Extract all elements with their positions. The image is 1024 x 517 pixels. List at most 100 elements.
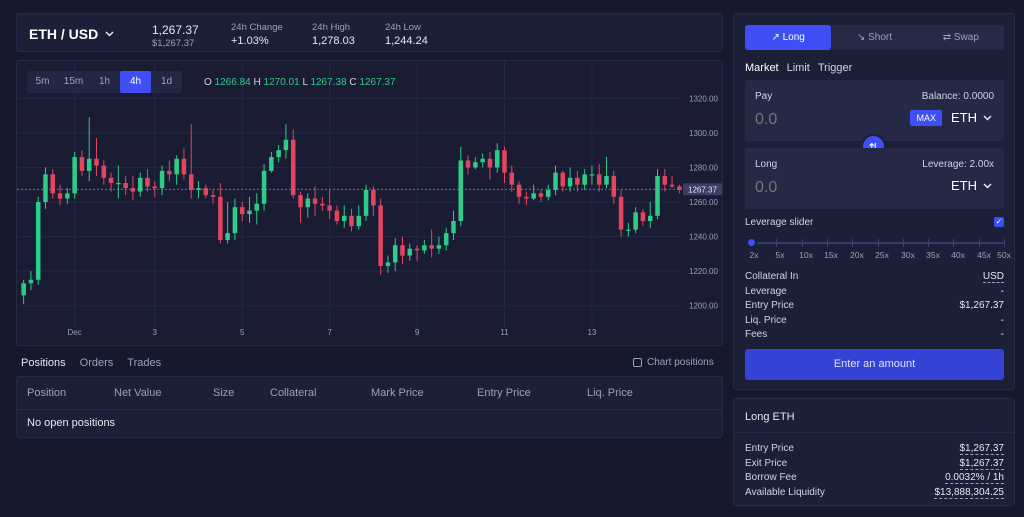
candle-down [575, 177, 580, 185]
candle-up [385, 262, 391, 266]
slider-tick [902, 239, 904, 247]
candle-up [363, 189, 369, 216]
candle-up [443, 233, 449, 246]
leverage-row-value: - [1000, 286, 1004, 297]
mode-short[interactable]: ↘ Short [831, 25, 917, 50]
ohlc-open: 1266.84 [214, 77, 251, 88]
candle-up [582, 174, 587, 185]
change-stat: 24h Change +1.03% [231, 22, 283, 47]
candle-up [589, 174, 595, 176]
candle-up [72, 157, 77, 194]
slider-tick [953, 239, 955, 247]
slider-mark: 30x [901, 250, 915, 260]
slider-mark: 40x [951, 250, 965, 260]
leverage-slider[interactable] [746, 237, 1005, 248]
candle-up [283, 139, 289, 151]
summary-value: $13,888,304.25 [934, 487, 1004, 499]
leverage-row-label: Leverage [745, 286, 787, 297]
pay-token-selector[interactable]: ETH [951, 110, 992, 125]
fees-value: - [1000, 329, 1004, 340]
timeframe-15m[interactable]: 15m [58, 71, 89, 93]
ohlc-close: 1267.37 [359, 77, 396, 88]
tab-positions[interactable]: Positions [21, 357, 66, 369]
candlestick-chart[interactable]: 1320.00 1300.00 1280.00 1260.00 1240.00 1220.… [17, 61, 724, 347]
slider-mark: 5x [775, 250, 785, 260]
fees-label: Fees [745, 329, 768, 340]
col-entry-price: Entry Price [477, 387, 531, 399]
price-chart[interactable]: 1320.00 1300.00 1280.00 1260.00 1240.00 1220.… [16, 60, 723, 346]
candle-down [210, 195, 216, 197]
candle-up [254, 203, 260, 211]
candle-up [356, 215, 362, 227]
chevron-down-icon [105, 31, 114, 37]
candle-down [465, 160, 471, 168]
swap-icon: ⇄ [942, 32, 952, 43]
slider-tick [978, 239, 980, 247]
slider-tick [852, 239, 854, 247]
positions-tabs: Positions Orders Trades [21, 357, 161, 369]
candle-down [502, 150, 507, 173]
candle-down [145, 177, 150, 187]
candle-up [545, 189, 551, 197]
candle-down [538, 193, 544, 197]
order-type-limit[interactable]: Limit [787, 62, 810, 74]
timeframe-1h[interactable]: 1h [89, 71, 120, 93]
candle-down [130, 188, 136, 192]
pay-amount-input[interactable] [755, 111, 875, 129]
timeframe-4h[interactable]: 4h [120, 71, 151, 93]
mode-long[interactable]: ↗ Long [745, 25, 832, 50]
long-amount-input[interactable] [755, 179, 875, 197]
candle-down [487, 158, 493, 168]
chart-positions-toggle[interactable]: Chart positions [633, 357, 714, 368]
candle-up [655, 176, 660, 216]
long-label: Long [755, 159, 778, 170]
long-token-selector[interactable]: ETH [951, 178, 992, 193]
liq-price-row: Liq. Price - [745, 315, 1004, 326]
pair-label: ETH / USD [29, 26, 99, 42]
max-button[interactable]: MAX [910, 110, 942, 126]
candle-up [159, 170, 165, 189]
slider-mark: 2x [749, 250, 759, 260]
pair-selector[interactable]: ETH / USD [29, 26, 114, 42]
collateral-value[interactable]: USD [982, 271, 1004, 283]
candle-up [174, 158, 179, 175]
mode-swap[interactable]: ⇄ Swap [918, 25, 1004, 50]
change-label: 24h Change [231, 22, 283, 33]
entry-price-label: Entry Price [745, 300, 794, 311]
timeframe-5m[interactable]: 5m [27, 71, 58, 93]
candle-up [436, 245, 442, 249]
leverage-row: Leverage - [745, 286, 1004, 297]
candle-down [239, 207, 245, 215]
candle-up [35, 202, 41, 280]
order-type-trigger[interactable]: Trigger [818, 62, 852, 74]
slider-mark: 10x [799, 250, 813, 260]
order-type-market[interactable]: Market [745, 62, 779, 74]
slider-thumb[interactable] [746, 237, 757, 248]
col-net-value: Net Value [114, 387, 162, 399]
ohlc-c-label: C [349, 77, 357, 88]
candle-down [312, 198, 318, 204]
entry-price-value: $1,267.37 [959, 300, 1005, 311]
enter-amount-button[interactable]: Enter an amount [745, 349, 1004, 380]
summary-row: Borrow Fee 0.0032% / 1h [745, 472, 1004, 484]
low-value: 1,244.24 [385, 35, 428, 47]
leverage-slider-checkbox[interactable]: ✓ [994, 217, 1004, 227]
timeframe-1d[interactable]: 1d [151, 71, 182, 93]
tab-orders[interactable]: Orders [80, 357, 114, 369]
last-price-label: 1267.37 [688, 185, 717, 194]
candle-up [451, 221, 456, 234]
candle-up [553, 172, 558, 190]
summary-row: Available Liquidity $13,888,304.25 [745, 487, 1004, 499]
liq-price-label: Liq. Price [745, 315, 787, 326]
trend-down-icon: ↘ [856, 32, 866, 43]
col-position: Position [27, 387, 67, 399]
tab-trades[interactable]: Trades [127, 357, 161, 369]
ohlc-low: 1267.38 [310, 77, 347, 88]
y-tick-label: 1240.00 [689, 233, 718, 242]
chart-positions-checkbox[interactable] [633, 358, 642, 367]
slider-tick [1004, 239, 1005, 247]
candle-up [392, 245, 398, 263]
candle-down [108, 177, 114, 183]
high-value: 1,278.03 [312, 35, 355, 47]
y-tick-label: 1200.00 [689, 302, 718, 311]
